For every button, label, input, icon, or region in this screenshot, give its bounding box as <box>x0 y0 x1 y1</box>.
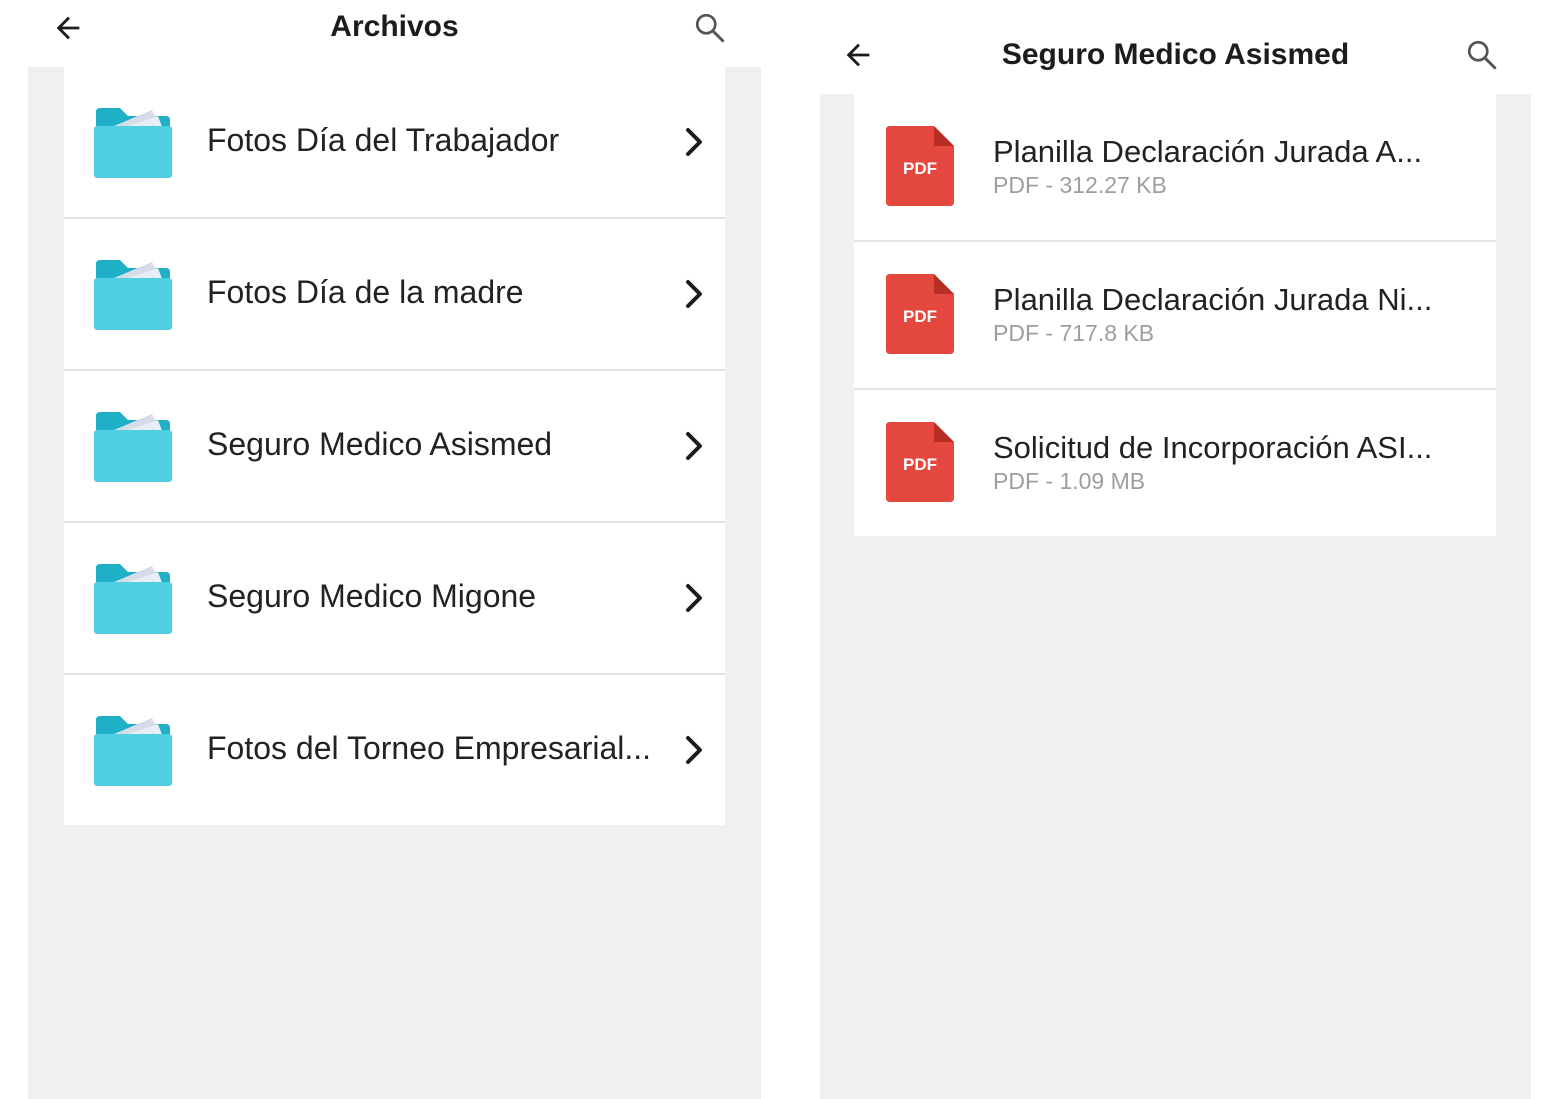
folder-label: Seguro Medico Asismed <box>207 426 553 462</box>
archivos-screen: Archivos Fotos Día del Trabajador Fotos … <box>28 0 761 1099</box>
file-row[interactable]: PDF Planilla Declaración Jurada A... PDF… <box>854 94 1496 240</box>
pdf-file-icon: PDF <box>886 126 954 206</box>
file-meta: PDF - 1.09 MB <box>993 468 1146 494</box>
file-meta: PDF - 312.27 KB <box>993 172 1167 198</box>
pdf-badge-text: PDF <box>903 159 937 178</box>
page-title: Archivos <box>330 10 459 43</box>
pdf-badge-text: PDF <box>903 455 937 474</box>
chevron-right-icon <box>686 280 702 308</box>
app-bar: Seguro Medico Asismed <box>820 0 1531 94</box>
search-icon <box>1467 40 1497 70</box>
file-list: PDF Planilla Declaración Jurada A... PDF… <box>854 94 1496 536</box>
app-bar: Archivos <box>28 0 761 67</box>
chevron-right-icon <box>686 128 702 156</box>
pdf-file-icon: PDF <box>886 422 954 502</box>
chevron-right-icon <box>686 432 702 460</box>
pdf-file-icon: PDF <box>886 274 954 354</box>
folder-row[interactable]: Fotos del Torneo Empresarial... <box>64 675 725 825</box>
chevron-right-icon <box>686 736 702 764</box>
folder-row[interactable]: Seguro Medico Asismed <box>64 371 725 521</box>
chevron-right-icon <box>686 584 702 612</box>
search-button[interactable] <box>1460 33 1504 77</box>
folder-label: Fotos del Torneo Empresarial... <box>207 730 652 766</box>
file-row[interactable]: PDF Solicitud de Incorporación ASI... PD… <box>854 390 1496 536</box>
folder-icon <box>94 412 172 482</box>
file-name: Planilla Declaración Jurada Ni... <box>993 282 1433 317</box>
folder-icon <box>94 716 172 786</box>
file-name: Planilla Declaración Jurada A... <box>993 134 1423 169</box>
content-area: PDF Planilla Declaración Jurada A... PDF… <box>820 94 1531 1099</box>
folder-icon <box>94 260 172 330</box>
folder-list: Fotos Día del Trabajador Fotos Día de la… <box>64 67 725 825</box>
folder-row[interactable]: Fotos Día del Trabajador <box>64 67 725 217</box>
folder-label: Fotos Día del Trabajador <box>207 122 560 158</box>
file-name: Solicitud de Incorporación ASI... <box>993 430 1433 465</box>
search-button[interactable] <box>688 6 732 50</box>
folder-detail-screen: Seguro Medico Asismed PDF Planilla Decla… <box>820 0 1531 1099</box>
folder-icon <box>94 108 172 178</box>
folder-row[interactable]: Seguro Medico Migone <box>64 523 725 673</box>
folder-icon <box>94 564 172 634</box>
folder-label: Seguro Medico Migone <box>207 578 537 614</box>
search-icon <box>695 13 725 43</box>
page-title: Seguro Medico Asismed <box>1001 38 1350 71</box>
folder-row[interactable]: Fotos Día de la madre <box>64 219 725 369</box>
content-area: Fotos Día del Trabajador Fotos Día de la… <box>28 67 761 1099</box>
file-row[interactable]: PDF Planilla Declaración Jurada Ni... PD… <box>854 242 1496 388</box>
pdf-badge-text: PDF <box>903 307 937 326</box>
file-meta: PDF - 717.8 KB <box>993 320 1155 346</box>
folder-label: Fotos Día de la madre <box>207 274 524 310</box>
